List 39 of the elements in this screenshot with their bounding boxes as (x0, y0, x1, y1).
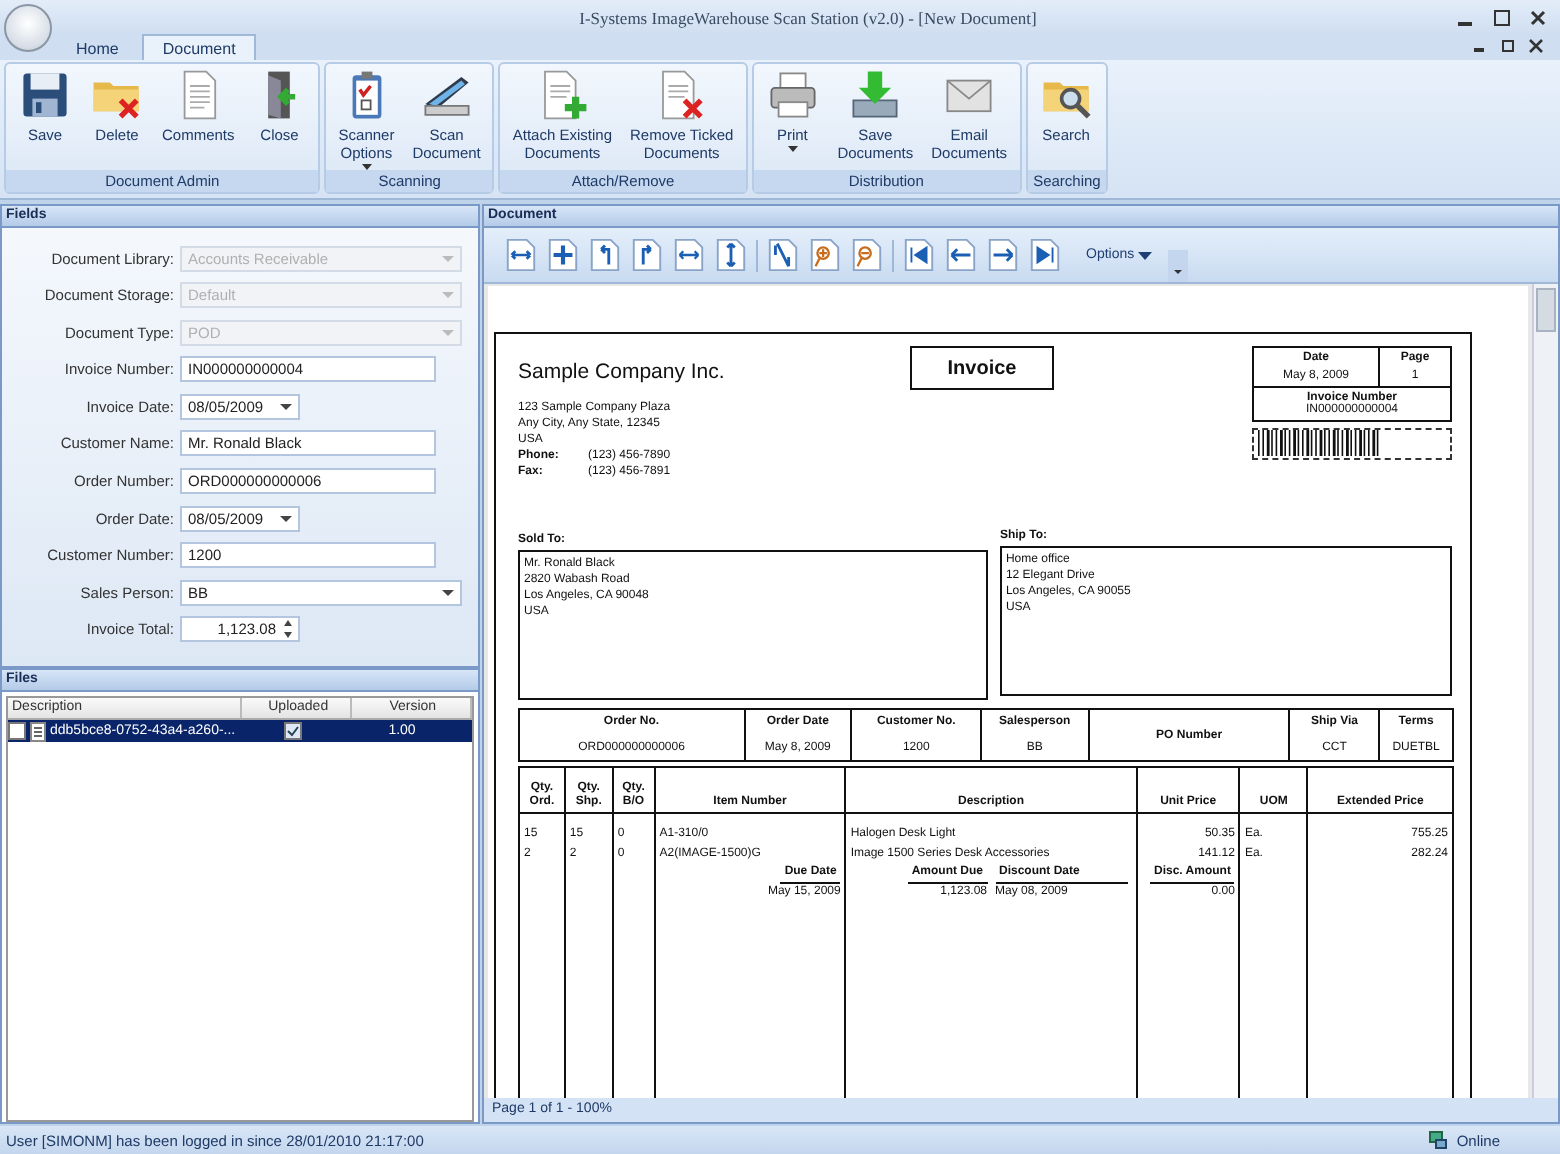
dropdown-arrow-icon (442, 329, 454, 336)
last-page-icon[interactable] (1028, 238, 1062, 272)
dropdown-arrow-icon (442, 255, 454, 261)
restore-icon[interactable] (1500, 38, 1516, 54)
zoom-out-icon[interactable] (850, 238, 884, 272)
ribbon-tab[interactable]: Home (56, 34, 139, 60)
application-orb[interactable] (4, 4, 52, 52)
network-icon (1428, 1130, 1449, 1150)
next-page-icon[interactable] (986, 238, 1020, 272)
checkbox[interactable] (8, 722, 26, 740)
spin-arrows-icon (284, 620, 292, 639)
rotate-left-icon[interactable] (588, 238, 622, 272)
zoom-in-icon[interactable] (808, 238, 842, 272)
printer-icon (765, 68, 820, 122)
ribbon-tab[interactable]: Document (142, 34, 256, 60)
previous-page-icon[interactable] (944, 238, 978, 272)
barcode-drawing (1258, 430, 1382, 456)
vertical-scrollbar[interactable] (1532, 284, 1558, 1098)
window-title: I-Systems ImageWarehouse Scan Station (v2.0) - [New Document] (577, 7, 1039, 27)
company-name: Sample Company Inc. (518, 360, 727, 384)
maximize-icon[interactable] (1492, 7, 1512, 27)
fit-width-icon[interactable] (672, 238, 706, 272)
close-icon[interactable] (1528, 7, 1548, 27)
close-icon[interactable] (1528, 38, 1544, 54)
invoice-title: Invoice (910, 346, 1054, 390)
toolbar-overflow-icon[interactable] (1168, 250, 1189, 282)
document-icon (30, 721, 46, 741)
scroll-thumb[interactable] (1536, 288, 1556, 332)
fit-height-icon[interactable] (714, 238, 748, 272)
rotate-right-icon[interactable] (630, 238, 664, 272)
floppy-icon (18, 68, 72, 122)
dropdown-arrow-icon (280, 403, 292, 410)
dropdown-arrow-icon (442, 292, 454, 299)
first-page-icon[interactable] (902, 238, 936, 272)
tray-icon (848, 68, 903, 122)
caret-icon (1138, 251, 1153, 259)
dropdown-arrow-icon (280, 515, 292, 522)
page-width-icon[interactable] (504, 238, 538, 272)
dropdown-arrow-icon (442, 589, 454, 596)
